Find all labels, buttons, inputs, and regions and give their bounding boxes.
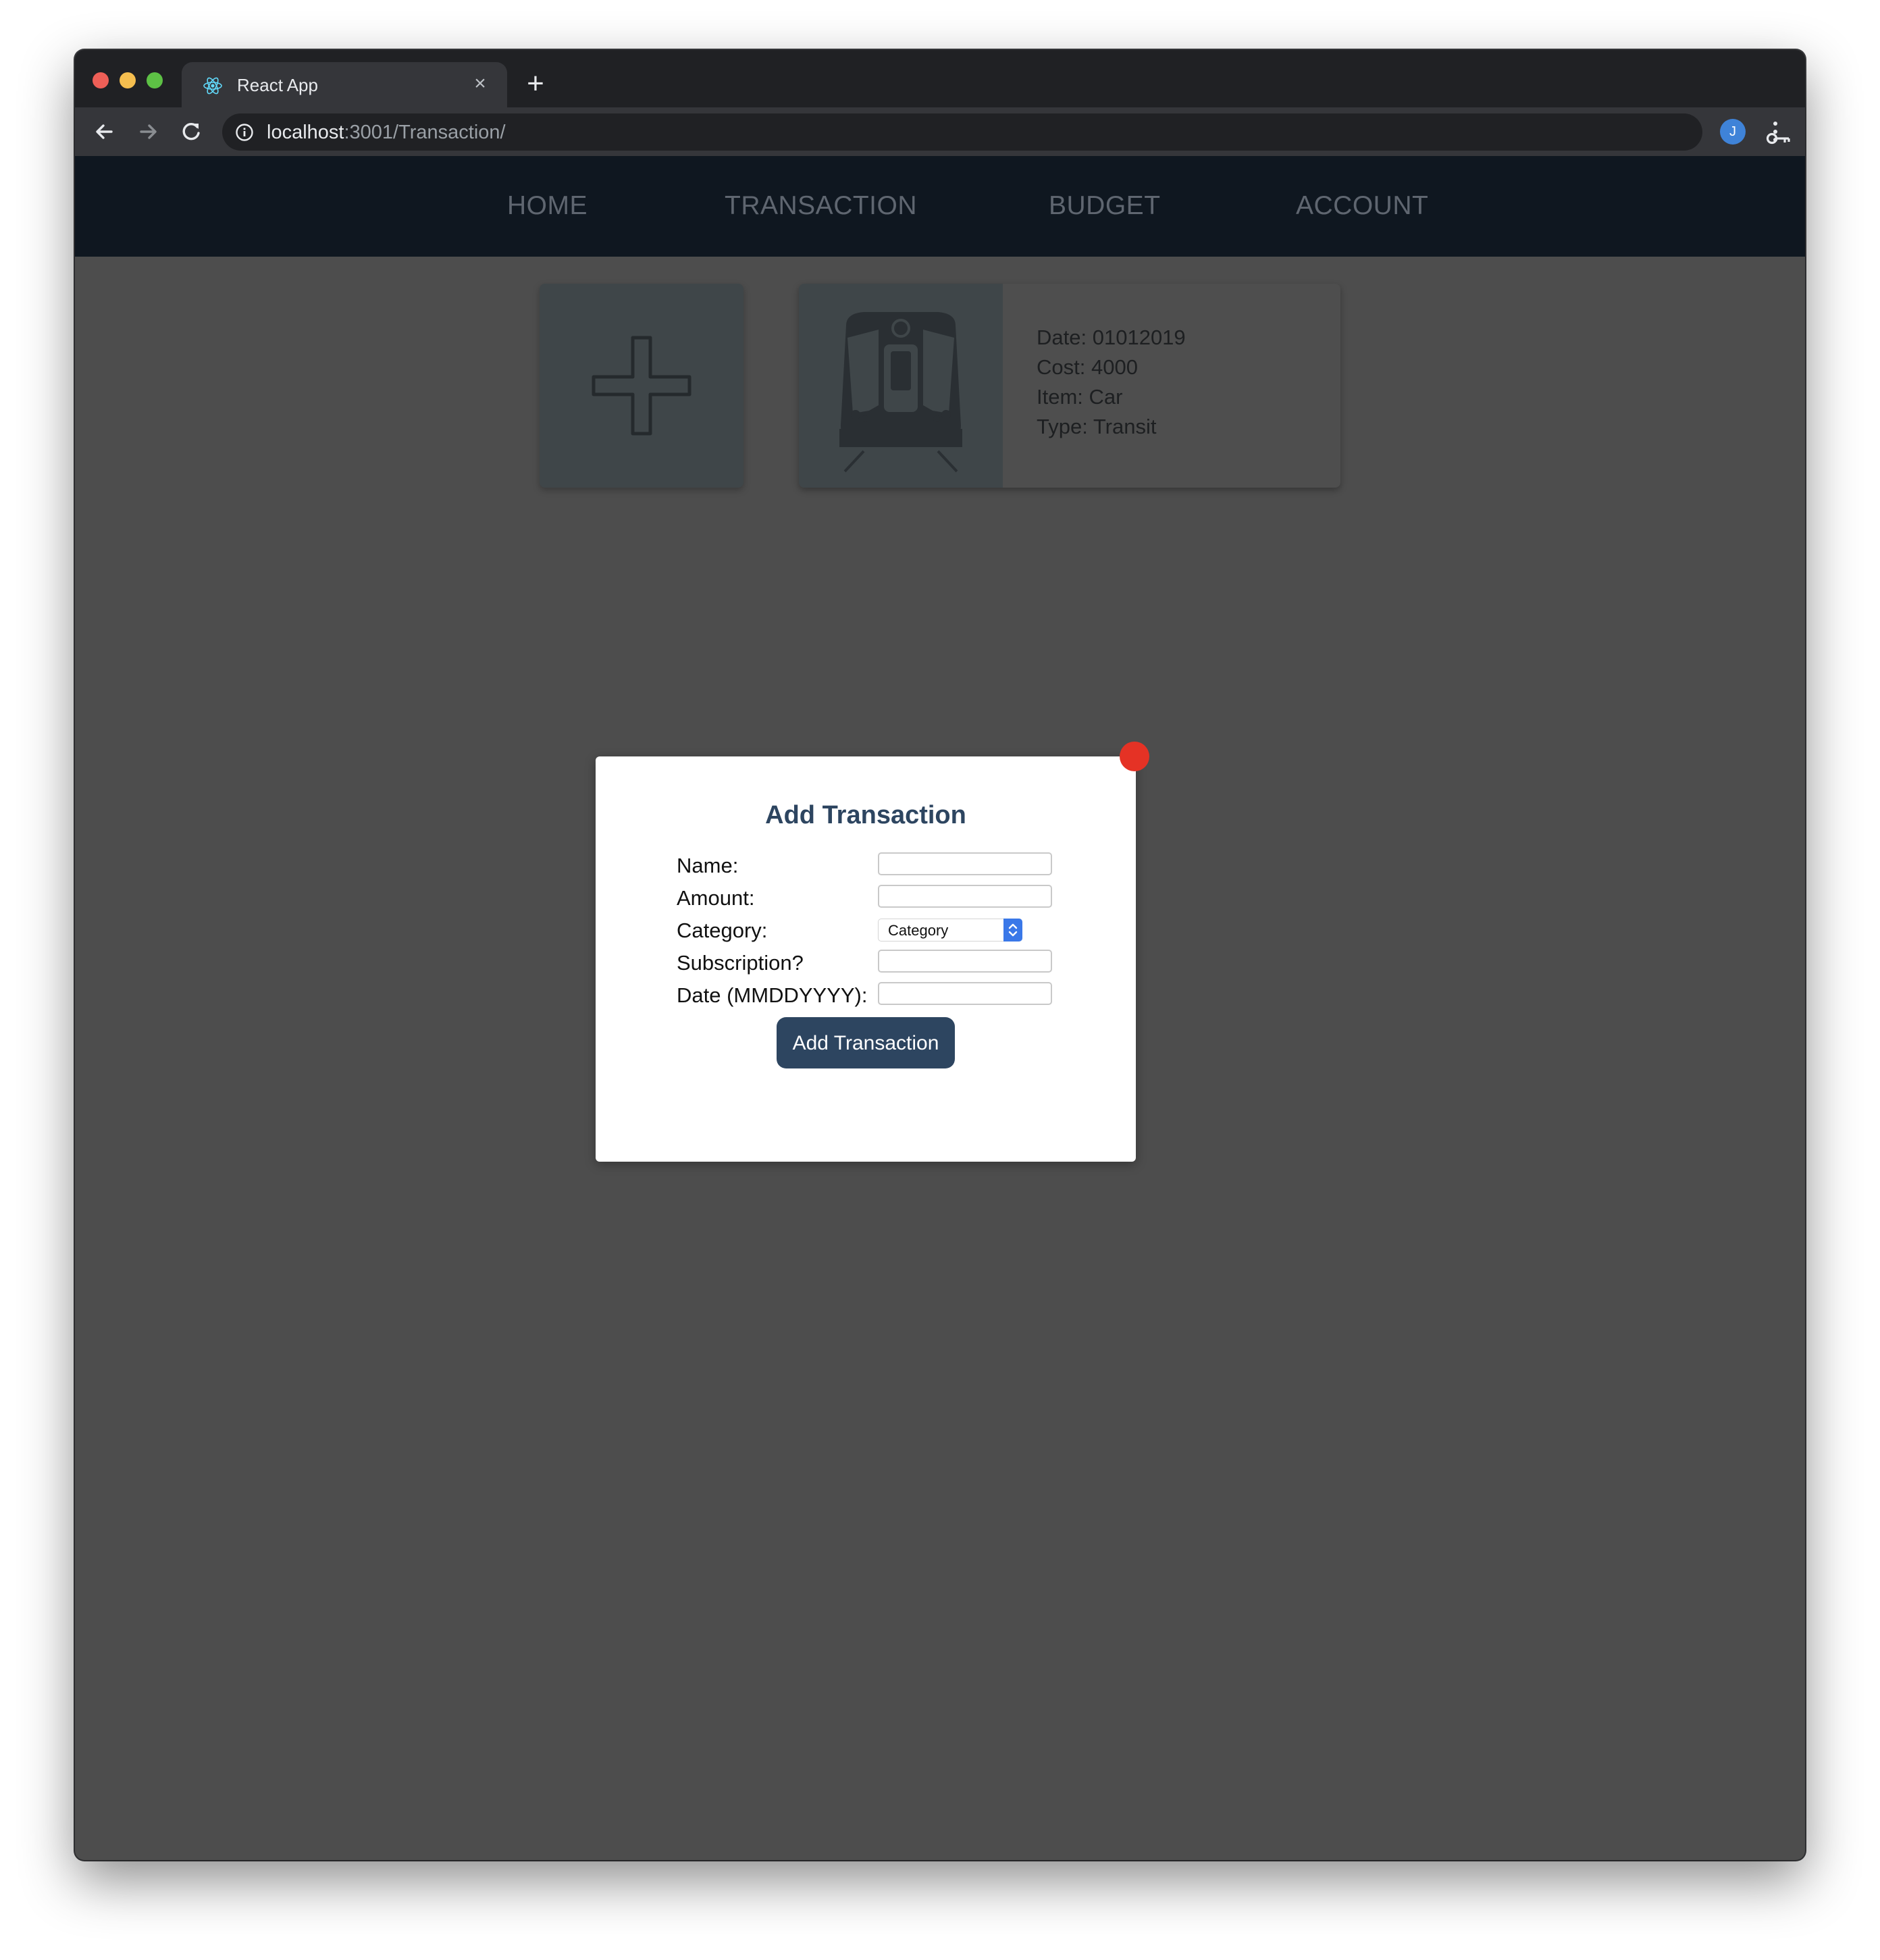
category-select[interactable]: Category xyxy=(878,919,1022,942)
browser-tab[interactable]: React App × xyxy=(182,62,507,107)
url-text: localhost:3001/Transaction/ xyxy=(267,121,506,144)
category-label: Category: xyxy=(677,919,768,942)
url-host: localhost xyxy=(267,122,344,143)
transaction-image xyxy=(799,284,1003,488)
item-label: Item: xyxy=(1037,385,1083,409)
profile-avatar[interactable]: J xyxy=(1720,119,1746,145)
transaction-card[interactable]: Date: 01012019 Cost: 4000 Item: Car Type… xyxy=(799,284,1340,488)
type-label: Type: xyxy=(1037,415,1088,438)
close-tab-icon[interactable]: × xyxy=(468,72,492,96)
name-input[interactable] xyxy=(878,852,1052,875)
cost-value: 4000 xyxy=(1091,355,1138,379)
amount-input[interactable] xyxy=(878,885,1052,908)
address-bar[interactable]: localhost:3001/Transaction/ xyxy=(222,113,1790,151)
transaction-cost: Cost: 4000 xyxy=(1037,353,1186,382)
plus-icon xyxy=(592,336,691,436)
info-icon[interactable] xyxy=(234,122,255,143)
minimize-window-button[interactable] xyxy=(120,72,136,88)
subscription-input[interactable] xyxy=(878,950,1052,973)
category-selected-value: Category xyxy=(888,922,949,939)
date-row: Date (MMDDYYYY): xyxy=(677,979,1068,1009)
new-tab-icon[interactable]: + xyxy=(521,69,550,100)
date-label: Date (MMDDYYYY): xyxy=(677,983,868,1007)
add-transaction-card[interactable] xyxy=(540,284,743,488)
amount-label: Amount: xyxy=(677,886,755,910)
subscription-label: Subscription? xyxy=(677,951,804,975)
nav-home[interactable]: HOME xyxy=(507,191,588,221)
app-navbar: HOME TRANSACTION BUDGET ACCOUNT xyxy=(75,156,1805,257)
amount-row: Amount: xyxy=(677,882,1068,912)
back-arrow-icon[interactable] xyxy=(90,117,120,147)
nav-account[interactable]: ACCOUNT xyxy=(1296,191,1428,221)
item-value: Car xyxy=(1089,385,1123,409)
url-path: :3001/Transaction/ xyxy=(344,122,506,143)
transaction-item: Item: Car xyxy=(1037,382,1186,412)
tab-title: React App xyxy=(237,75,318,95)
close-window-button[interactable] xyxy=(93,72,109,88)
add-transaction-modal: Add Transaction Name: Amount: Category: … xyxy=(596,756,1136,1162)
nav-budget[interactable]: BUDGET xyxy=(1049,191,1161,221)
react-icon xyxy=(203,77,222,95)
cost-label: Cost: xyxy=(1037,355,1086,379)
menu-dots-icon[interactable] xyxy=(1769,120,1782,144)
date-value: 01012019 xyxy=(1092,326,1186,349)
forward-arrow-icon[interactable] xyxy=(133,117,163,147)
category-row: Category: Category xyxy=(677,914,1068,944)
reload-icon[interactable] xyxy=(176,117,206,147)
add-transaction-button[interactable]: Add Transaction xyxy=(777,1017,955,1068)
train-icon xyxy=(839,312,962,473)
select-chevron-icon xyxy=(1003,919,1022,942)
subscription-row: Subscription? xyxy=(677,947,1068,977)
modal-title: Add Transaction xyxy=(765,801,966,829)
tab-bar: React App × + xyxy=(75,50,1805,107)
date-label: Date: xyxy=(1037,326,1087,349)
modal-close-button[interactable] xyxy=(1120,742,1149,771)
name-label: Name: xyxy=(677,854,739,877)
date-input[interactable] xyxy=(878,982,1052,1005)
nav-transaction[interactable]: TRANSACTION xyxy=(725,191,917,221)
type-value: Transit xyxy=(1093,415,1157,438)
transaction-type: Type: Transit xyxy=(1037,412,1186,442)
transaction-details: Date: 01012019 Cost: 4000 Item: Car Type… xyxy=(1037,323,1186,442)
name-row: Name: xyxy=(677,850,1068,879)
browser-toolbar: localhost:3001/Transaction/ J xyxy=(75,107,1805,156)
transaction-date: Date: 01012019 xyxy=(1037,323,1186,353)
maximize-window-button[interactable] xyxy=(147,72,163,88)
